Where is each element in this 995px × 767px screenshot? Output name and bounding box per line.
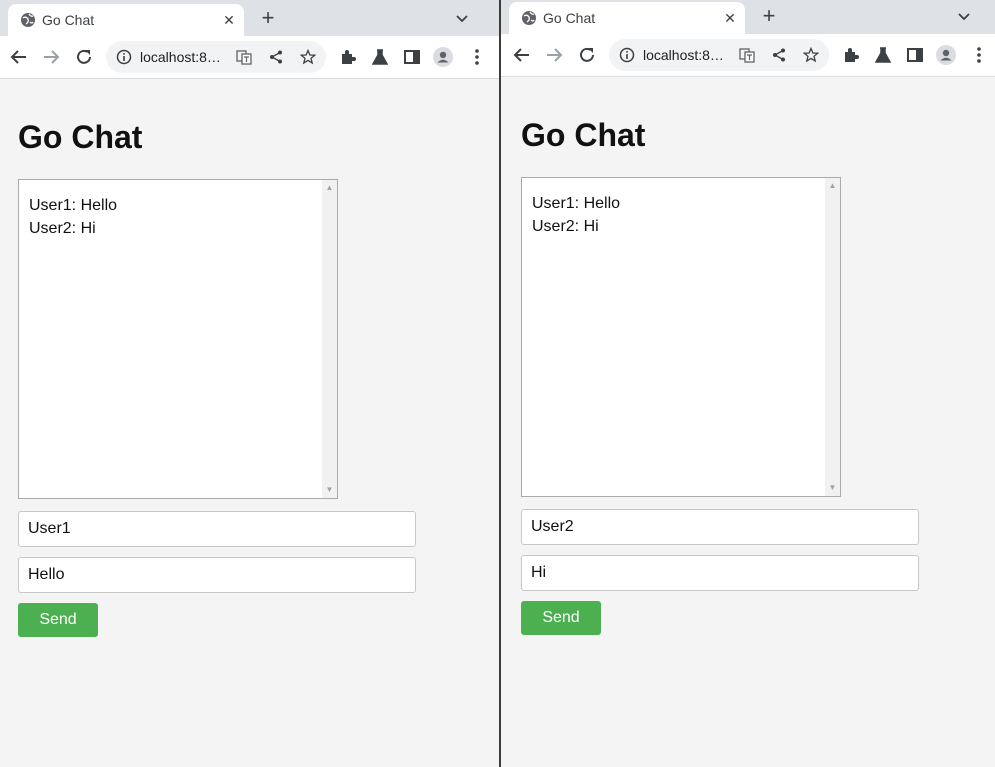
back-icon[interactable] [9, 47, 29, 67]
side-panel-icon[interactable] [402, 47, 422, 67]
menu-icon[interactable] [467, 47, 487, 67]
scrollbar[interactable]: ▲ ▼ [322, 180, 337, 498]
url-text: localhost:8… [643, 47, 724, 63]
translate-icon[interactable] [236, 49, 252, 65]
page-title: Go Chat [521, 117, 646, 153]
translate-icon[interactable] [739, 47, 755, 63]
close-icon[interactable]: ✕ [220, 11, 238, 29]
address-bar[interactable]: localhost:8… [609, 39, 829, 71]
back-icon[interactable] [512, 45, 532, 65]
labs-icon[interactable] [370, 47, 390, 67]
messages-box[interactable]: User1: Hello User2: Hi ▲ ▼ [18, 179, 338, 499]
share-icon[interactable] [268, 49, 284, 65]
page-content: Go Chat User1: Hello User2: Hi ▲ ▼ User1… [0, 79, 499, 767]
scroll-up-icon[interactable]: ▲ [825, 180, 840, 192]
toolbar: localhost:8… [0, 36, 499, 79]
url-text: localhost:8… [140, 49, 221, 65]
address-bar[interactable]: localhost:8… [106, 41, 326, 73]
username-input[interactable]: User2 [521, 509, 919, 545]
message-item: User2: Hi [532, 218, 599, 235]
forward-icon[interactable] [544, 45, 564, 65]
menu-icon[interactable] [969, 45, 989, 65]
username-input[interactable]: User1 [18, 511, 416, 547]
info-icon[interactable] [116, 49, 132, 65]
browser-window-left: Go Chat ✕ + localhost:8… Go Chat User1: … [0, 0, 499, 767]
extensions-icon[interactable] [338, 47, 358, 67]
scroll-up-icon[interactable]: ▲ [322, 182, 337, 194]
reload-icon[interactable] [577, 45, 597, 65]
forward-icon[interactable] [41, 47, 61, 67]
tab-strip: Go Chat ✕ + [0, 0, 499, 36]
message-item: User1: Hello [532, 195, 621, 212]
message-input[interactable]: Hi [521, 555, 919, 591]
messages-box[interactable]: User1: Hello User2: Hi ▲ ▼ [521, 177, 841, 497]
close-icon[interactable]: ✕ [721, 9, 739, 27]
profile-icon[interactable] [936, 45, 956, 65]
star-icon[interactable] [300, 49, 316, 65]
labs-icon[interactable] [873, 45, 893, 65]
globe-icon [522, 11, 536, 25]
new-tab-icon[interactable]: + [759, 5, 779, 27]
share-icon[interactable] [771, 47, 787, 63]
message-item: User1: Hello [29, 197, 118, 214]
tab-search-icon[interactable] [955, 7, 973, 25]
scroll-down-icon[interactable]: ▼ [825, 482, 840, 494]
browser-window-right: Go Chat ✕ + localhost:8… Go Chat User1: … [501, 0, 995, 767]
profile-icon[interactable] [433, 47, 453, 67]
message-list: User1: Hello User2: Hi [29, 194, 117, 240]
page-title: Go Chat [18, 119, 143, 155]
scrollbar[interactable]: ▲ ▼ [825, 178, 840, 496]
tab-go-chat[interactable]: Go Chat ✕ [509, 2, 745, 34]
toolbar: localhost:8… [501, 34, 995, 77]
scroll-down-icon[interactable]: ▼ [322, 484, 337, 496]
new-tab-icon[interactable]: + [258, 7, 278, 29]
tab-title: Go Chat [42, 12, 95, 28]
tab-go-chat[interactable]: Go Chat ✕ [8, 4, 244, 36]
send-button[interactable]: Send [18, 603, 98, 637]
side-panel-icon[interactable] [905, 45, 925, 65]
page-content: Go Chat User1: Hello User2: Hi ▲ ▼ User2… [501, 77, 995, 767]
tab-title: Go Chat [543, 10, 596, 26]
reload-icon[interactable] [74, 47, 94, 67]
message-input[interactable]: Hello [18, 557, 416, 593]
star-icon[interactable] [803, 47, 819, 63]
globe-icon [21, 13, 35, 27]
tab-search-icon[interactable] [453, 9, 471, 27]
info-icon[interactable] [619, 47, 635, 63]
send-button[interactable]: Send [521, 601, 601, 635]
message-item: User2: Hi [29, 220, 96, 237]
extensions-icon[interactable] [841, 45, 861, 65]
tab-strip: Go Chat ✕ + [501, 0, 995, 34]
message-list: User1: Hello User2: Hi [532, 192, 620, 238]
